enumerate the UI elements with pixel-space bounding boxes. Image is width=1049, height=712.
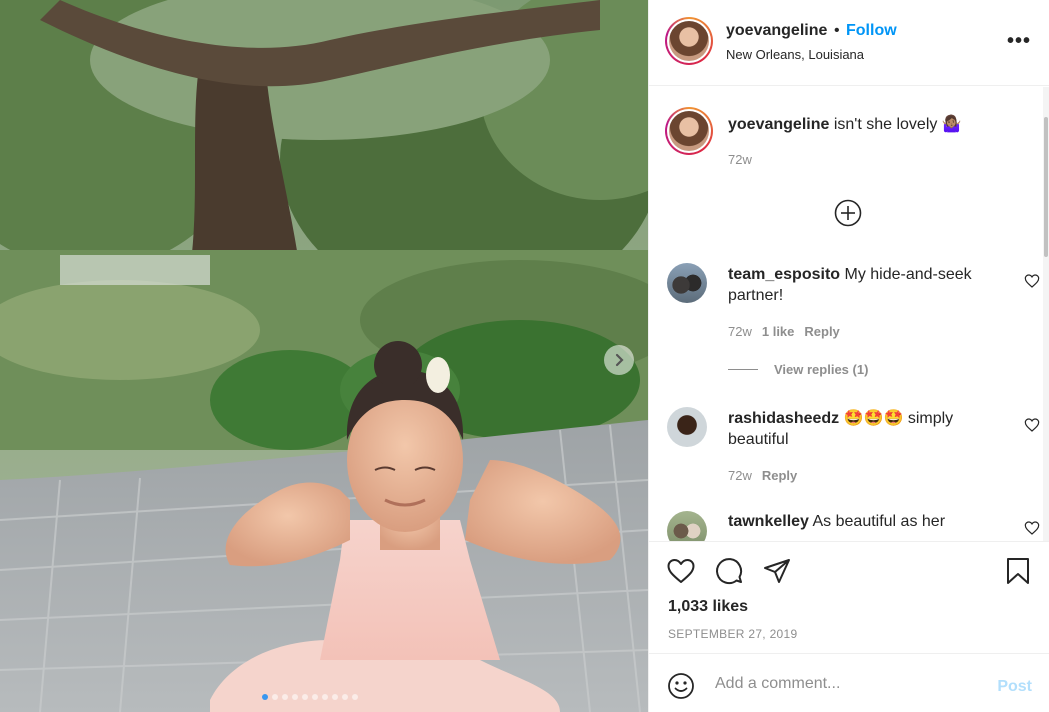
post-comment-button[interactable]: Post xyxy=(997,678,1032,696)
carousel-dot xyxy=(262,694,268,700)
comment-avatar[interactable] xyxy=(667,263,707,303)
carousel-dot xyxy=(352,694,358,700)
likes-count[interactable]: 1,033 likes xyxy=(668,598,748,616)
comment-text-block: team_esposito My hide-and-seek partner! xyxy=(728,264,978,306)
post-image xyxy=(0,0,648,712)
bookmark-icon[interactable] xyxy=(1003,556,1033,586)
separator-dot: • xyxy=(834,22,840,39)
author-username[interactable]: yoevangeline xyxy=(726,22,827,40)
caption-avatar[interactable] xyxy=(665,107,713,155)
comment-avatar[interactable] xyxy=(667,407,707,447)
carousel-dot xyxy=(272,694,278,700)
caption-age[interactable]: 72w xyxy=(728,152,752,167)
follow-button[interactable]: Follow xyxy=(846,22,897,40)
comment-input[interactable] xyxy=(715,668,985,700)
post-date[interactable]: SEPTEMBER 27, 2019 xyxy=(668,627,797,641)
comment-username[interactable]: tawnkelley xyxy=(728,513,809,530)
post-header: yoevangeline • Follow New Orleans, Louis… xyxy=(649,0,1049,86)
comment-age[interactable]: 72w xyxy=(728,324,752,339)
comment-username[interactable]: rashidasheedz xyxy=(728,410,839,427)
post-location[interactable]: New Orleans, Louisiana xyxy=(726,47,864,62)
view-replies-line xyxy=(728,369,758,370)
author-avatar[interactable] xyxy=(665,17,713,65)
comments-scrollbar[interactable] xyxy=(1043,87,1049,541)
carousel-dot xyxy=(282,694,288,700)
carousel-dot xyxy=(342,694,348,700)
comment-meta: 72w Reply xyxy=(728,468,797,483)
comment-meta: 72w 1 like Reply xyxy=(728,324,840,339)
heart-icon[interactable] xyxy=(666,556,696,586)
comment-text-block: rashidasheedz 🤩🤩🤩 simply beautiful xyxy=(728,408,978,450)
post-side-panel: yoevangeline • Follow New Orleans, Louis… xyxy=(648,0,1049,712)
view-replies-button[interactable]: View replies (1) xyxy=(728,362,868,377)
caption-username[interactable]: yoevangeline xyxy=(728,116,829,133)
caption-meta: 72w xyxy=(728,152,752,167)
comment-text-block: tawnkelley As beautiful as her xyxy=(728,511,978,532)
comment-avatar[interactable] xyxy=(667,511,707,541)
comment-icon[interactable] xyxy=(714,556,744,586)
next-slide-button[interactable] xyxy=(604,345,634,375)
comment-like-icon[interactable] xyxy=(1024,417,1040,433)
carousel-dots xyxy=(262,694,358,700)
comment-text: As beautiful as her xyxy=(812,513,946,530)
comment-reply-button[interactable]: Reply xyxy=(762,468,797,483)
carousel-dot xyxy=(322,694,328,700)
caption-text: isn't she lovely 🤷🏽‍♀️ xyxy=(833,116,962,133)
carousel-dot xyxy=(332,694,338,700)
caption-text-block: yoevangeline isn't she lovely 🤷🏽‍♀️ xyxy=(728,114,978,135)
add-comment-bar: Post xyxy=(649,653,1049,712)
carousel-dot xyxy=(292,694,298,700)
view-replies-label: View replies (1) xyxy=(774,362,869,377)
comment-like-icon[interactable] xyxy=(1024,273,1040,289)
post-photo[interactable] xyxy=(0,0,648,712)
more-options-icon[interactable]: ••• xyxy=(1007,30,1031,53)
load-more-comments-icon[interactable] xyxy=(833,198,863,228)
comment-username[interactable]: team_esposito xyxy=(728,266,840,283)
comments-list[interactable]: yoevangeline isn't she lovely 🤷🏽‍♀️ 72w … xyxy=(649,87,1044,541)
comment-like-icon[interactable] xyxy=(1024,520,1040,536)
emoji-icon[interactable] xyxy=(667,672,695,700)
carousel-dot xyxy=(302,694,308,700)
chevron-right-icon xyxy=(615,353,624,367)
share-icon[interactable] xyxy=(762,556,792,586)
scrollbar-thumb[interactable] xyxy=(1044,117,1048,257)
carousel-dot xyxy=(312,694,318,700)
comment-likes[interactable]: 1 like xyxy=(762,324,795,339)
post-actions: 1,033 likes SEPTEMBER 27, 2019 xyxy=(649,541,1049,653)
comment-age[interactable]: 72w xyxy=(728,468,752,483)
comment-reply-button[interactable]: Reply xyxy=(804,324,839,339)
